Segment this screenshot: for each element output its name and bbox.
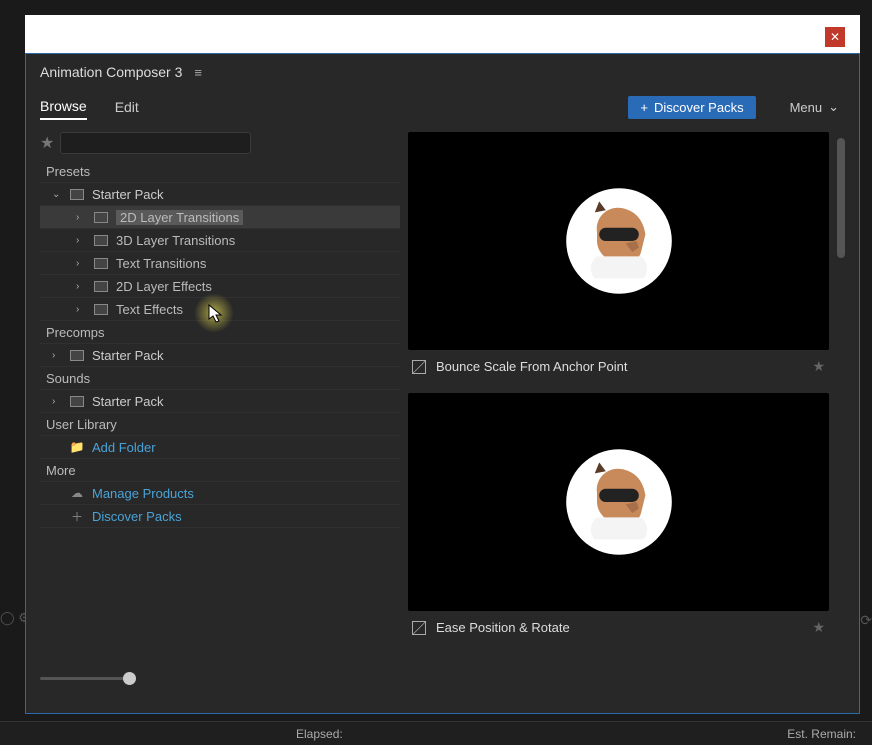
- discover-packs-button[interactable]: + Discover Packs: [628, 96, 755, 119]
- search-input[interactable]: [60, 132, 251, 154]
- tree-item-2d-layer-effects[interactable]: › 2D Layer Effects: [40, 275, 400, 298]
- titlebar: Animation Composer 3 ≡: [26, 54, 859, 90]
- tree-item-text-transitions[interactable]: › Text Transitions: [40, 252, 400, 275]
- mascot-icon: [564, 186, 674, 296]
- chevron-right-icon: ›: [76, 281, 86, 292]
- chevron-right-icon: ›: [76, 235, 86, 246]
- tree-item-text-effects[interactable]: › Text Effects: [40, 298, 400, 321]
- preset-caption: Ease Position & Rotate ★: [408, 611, 829, 644]
- preset-title: Ease Position & Rotate: [436, 620, 802, 635]
- preset-caption: Bounce Scale From Anchor Point ★: [408, 350, 829, 383]
- menu-dropdown[interactable]: Menu ⌄: [784, 95, 845, 119]
- main-toolbar: Browse Edit + Discover Packs Menu ⌄: [26, 90, 859, 132]
- tree-section-precomps[interactable]: Precomps: [40, 321, 400, 344]
- status-bar: Elapsed: Est. Remain:: [0, 721, 872, 745]
- status-elapsed: Elapsed:: [296, 727, 343, 741]
- close-icon: ✕: [830, 30, 840, 44]
- thumbnail-size-slider-row: [26, 671, 859, 690]
- plus-icon: ＋: [70, 509, 84, 523]
- folder-icon: [94, 281, 108, 292]
- tree-item-starter-pack-presets[interactable]: ⌄ Starter Pack: [40, 183, 400, 206]
- background-toolbar-right: ⟳: [860, 612, 872, 629]
- preview-scroll[interactable]: Bounce Scale From Anchor Point ★: [408, 132, 845, 671]
- favorite-star-icon[interactable]: ★: [812, 619, 825, 636]
- tree-item-2d-layer-transitions[interactable]: › 2D Layer Transitions: [40, 206, 400, 229]
- preset-thumbnail: [408, 132, 829, 350]
- status-remain: Est. Remain:: [787, 727, 856, 741]
- folder-icon: [94, 212, 108, 223]
- add-folder-icon: 📁: [70, 440, 84, 454]
- chevron-down-icon: ⌄: [828, 99, 839, 115]
- close-button[interactable]: ✕: [825, 27, 845, 47]
- content-area: ★ 🔍 Presets ⌄ Starter Pack ›: [26, 132, 859, 671]
- tree-item-add-folder[interactable]: › 📁 Add Folder: [40, 436, 400, 459]
- tree-section-user-library[interactable]: User Library: [40, 413, 400, 436]
- preset-type-icon: [412, 360, 426, 374]
- cloud-download-icon: ☁: [70, 486, 84, 500]
- tree-section-more[interactable]: More: [40, 459, 400, 482]
- tree-item-starter-pack-sounds[interactable]: › Starter Pack: [40, 390, 400, 413]
- tree-item-discover-packs[interactable]: › ＋ Discover Packs: [40, 505, 400, 528]
- tree-item-manage-products[interactable]: › ☁ Manage Products: [40, 482, 400, 505]
- folder-icon: [94, 304, 108, 315]
- chevron-right-icon: ›: [76, 258, 86, 269]
- folder-icon: [94, 235, 108, 246]
- tree-item-3d-layer-transitions[interactable]: › 3D Layer Transitions: [40, 229, 400, 252]
- chevron-right-icon: ›: [52, 350, 62, 361]
- thumbnail-size-slider[interactable]: [40, 677, 130, 680]
- tab-edit[interactable]: Edit: [115, 95, 139, 119]
- preset-card[interactable]: Bounce Scale From Anchor Point ★: [408, 132, 829, 383]
- search-row: ★ 🔍: [40, 132, 400, 154]
- plus-icon: +: [640, 100, 648, 115]
- scrollbar[interactable]: [837, 138, 845, 258]
- favorite-star-icon[interactable]: ★: [812, 358, 825, 375]
- animation-composer-panel: Animation Composer 3 ≡ Browse Edit + Dis…: [25, 53, 860, 714]
- preset-card[interactable]: Ease Position & Rotate ★: [408, 393, 829, 644]
- sidebar: ★ 🔍 Presets ⌄ Starter Pack ›: [40, 132, 400, 671]
- chevron-down-icon: ⌄: [52, 189, 62, 200]
- panel-menu-icon[interactable]: ≡: [194, 65, 202, 80]
- preset-title: Bounce Scale From Anchor Point: [436, 359, 802, 374]
- preset-thumbnail: [408, 393, 829, 611]
- mascot-icon: [564, 447, 674, 557]
- slider-handle[interactable]: [123, 672, 136, 685]
- chevron-right-icon: ›: [76, 304, 86, 315]
- folder-icon: [70, 396, 84, 407]
- tree-section-sounds[interactable]: Sounds: [40, 367, 400, 390]
- folder-icon: [94, 258, 108, 269]
- tab-browse[interactable]: Browse: [40, 94, 87, 120]
- chevron-right-icon: ›: [76, 212, 86, 223]
- preset-type-icon: [412, 621, 426, 635]
- favorites-star-icon[interactable]: ★: [40, 133, 54, 153]
- preview-area: Bounce Scale From Anchor Point ★: [408, 132, 845, 671]
- tree-view: Presets ⌄ Starter Pack › 2D Layer Transi…: [40, 160, 400, 671]
- chevron-right-icon: ›: [52, 396, 62, 407]
- folder-icon: [70, 350, 84, 361]
- panel-title: Animation Composer 3: [40, 64, 182, 80]
- tree-item-starter-pack-precomps[interactable]: › Starter Pack: [40, 344, 400, 367]
- folder-icon: [70, 189, 84, 200]
- tree-section-presets[interactable]: Presets: [40, 160, 400, 183]
